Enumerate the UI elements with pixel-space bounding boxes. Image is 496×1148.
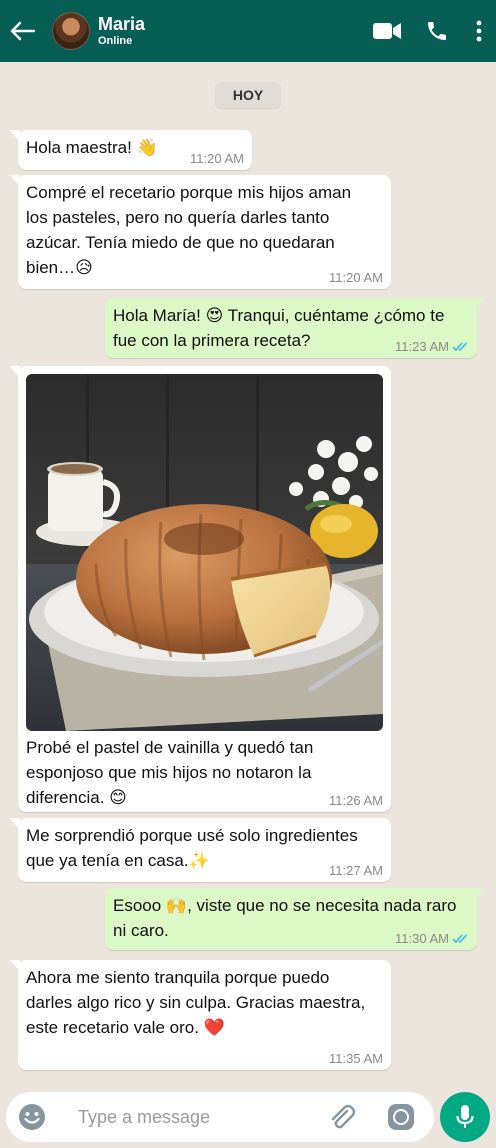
message-incoming-image[interactable]: Probé el pastel de vainilla y quedó tan … (10, 366, 391, 812)
message-incoming[interactable]: Ahora me siento tranquila porque puedo d… (10, 960, 391, 1070)
message-time: 11:27 AM (329, 863, 383, 878)
voice-call-button[interactable] (412, 0, 462, 62)
message-text: Hola maestra! 👋 (26, 138, 158, 157)
mic-button[interactable] (440, 1092, 490, 1142)
contact-info[interactable]: Maria Online (98, 14, 145, 48)
message-time-text: 11:23 AM (395, 339, 449, 354)
bubble-tail (10, 366, 20, 378)
date-separator: HOY (215, 82, 281, 108)
phone-icon (428, 22, 446, 40)
bubble-tail (475, 888, 485, 900)
more-vert-icon (476, 20, 482, 42)
camera-icon (388, 1104, 414, 1130)
message-incoming[interactable]: Hola maestra! 👋 11:20 AM (10, 130, 252, 170)
video-call-icon (373, 23, 401, 39)
message-time-text: 11:30 AM (395, 931, 449, 946)
bubble-tail (475, 298, 485, 310)
emoji-button[interactable] (6, 1092, 58, 1142)
more-options-button[interactable] (462, 0, 496, 62)
composer-box (6, 1092, 434, 1142)
message-text: Me sorprendió porque usé solo ingredient… (26, 826, 358, 870)
message-time: 11:20 AM (190, 151, 244, 166)
message-outgoing[interactable]: Esooo 🙌, viste que no se necesita nada r… (105, 888, 485, 950)
bubble-tail (10, 818, 20, 830)
chat-area[interactable]: HOY Hola maestra! 👋 11:20 AM Compré el r… (0, 62, 496, 1086)
message-composer (0, 1086, 496, 1148)
message-time: 11:20 AM (329, 270, 383, 285)
message-text: Probé el pastel de vainilla y quedó tan … (26, 738, 314, 807)
chat-header: Maria Online (0, 0, 496, 62)
double-check-icon (452, 934, 468, 944)
back-button[interactable] (0, 0, 44, 62)
attach-icon (331, 1104, 356, 1129)
video-call-button[interactable] (362, 0, 412, 62)
emoji-icon (19, 1104, 45, 1130)
vanilla-bundt-cake-photo[interactable] (26, 374, 383, 731)
message-outgoing[interactable]: Hola María! 😍 Tranqui, cuéntame ¿cómo te… (105, 298, 485, 358)
message-incoming[interactable]: Compré el recetario porque mis hijos ama… (10, 175, 391, 289)
message-text: Compré el recetario porque mis hijos ama… (26, 183, 352, 277)
attach-button[interactable] (316, 1092, 366, 1142)
message-time: 11:30 AM (395, 932, 469, 946)
camera-button[interactable] (376, 1092, 426, 1142)
message-time: 11:26 AM (329, 793, 383, 808)
message-text: Ahora me siento tranquila porque puedo d… (26, 968, 366, 1037)
arrow-left-icon (10, 21, 35, 41)
bubble-tail (10, 960, 20, 972)
message-time: 11:35 AM (329, 1051, 383, 1066)
bubble-tail (10, 130, 20, 142)
message-time: 11:23 AM (395, 340, 469, 354)
avatar[interactable] (52, 12, 90, 50)
message-input[interactable] (78, 1106, 308, 1128)
double-check-icon (452, 342, 468, 352)
contact-status: Online (98, 35, 133, 47)
mic-icon (456, 1105, 474, 1128)
bubble-tail (10, 175, 20, 187)
message-incoming[interactable]: Me sorprendió porque usé solo ingredient… (10, 818, 391, 882)
contact-name: Maria (98, 14, 146, 34)
